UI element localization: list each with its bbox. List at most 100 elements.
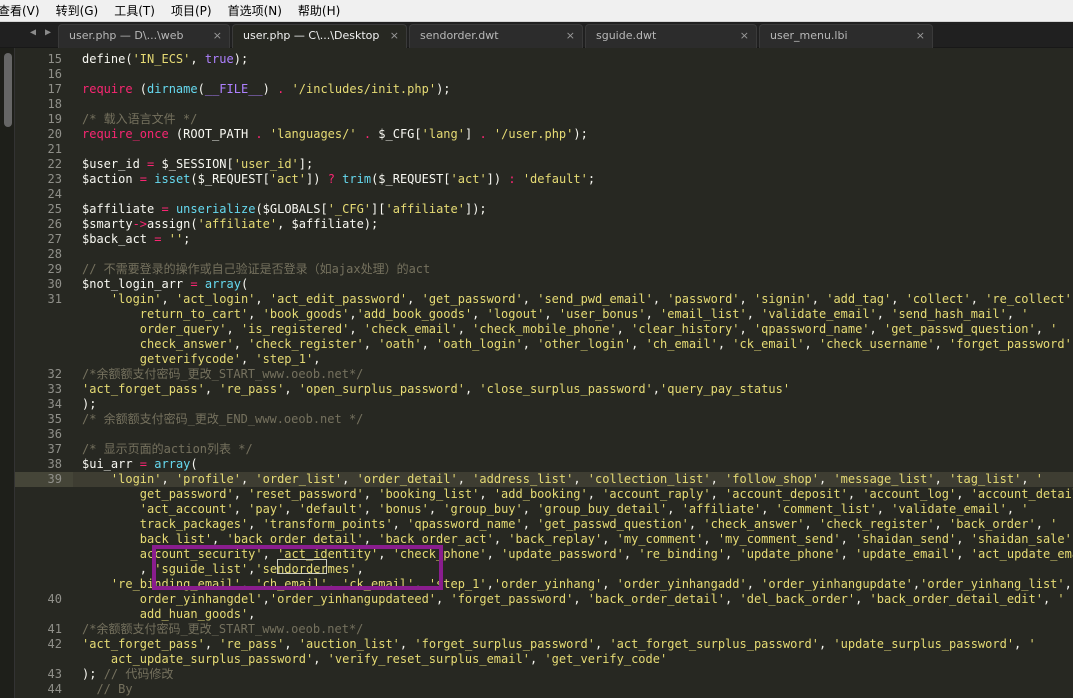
tab-scroll-left-icon[interactable]: ◀ bbox=[30, 27, 36, 38]
menu-item[interactable]: 帮助(H) bbox=[290, 0, 348, 21]
code-token: , bbox=[522, 292, 538, 306]
code-line[interactable]: 24 bbox=[15, 187, 1073, 202]
code-token: /* 载入语言文件 */ bbox=[82, 112, 198, 126]
tab-user-php-web[interactable]: user.php — D\...\web × bbox=[58, 24, 230, 48]
code-line[interactable]: 42 'act_forget_pass', 're_pass', 'auction… bbox=[15, 637, 1073, 652]
code-line[interactable]: act_update_surplus_password', 'verify_re… bbox=[15, 652, 1073, 667]
code-line[interactable]: check_answer', 'check_register', 'oath',… bbox=[15, 337, 1073, 352]
close-icon[interactable]: × bbox=[390, 25, 399, 47]
scrollbar-thumb[interactable] bbox=[4, 53, 12, 127]
code-line[interactable]: 43); // 代码修改 bbox=[15, 667, 1073, 682]
code-token: 'update_phone' bbox=[739, 547, 841, 561]
tab-label: user.php — C\...\Desktop bbox=[243, 29, 380, 42]
code-line[interactable]: add_huan_goods', bbox=[15, 607, 1073, 622]
code-line[interactable]: 'act_account', 'pay', 'default', 'bonus'… bbox=[15, 502, 1073, 517]
code-token: , bbox=[573, 472, 588, 486]
code-line[interactable]: 22 $user_id = $_SESSION['user_id']; bbox=[15, 157, 1073, 172]
code-line[interactable]: back_list', 'back_order_detail', 'back_o… bbox=[15, 532, 1073, 547]
menu-item[interactable]: 项目(P) bbox=[163, 0, 220, 21]
code-token: , bbox=[212, 532, 227, 546]
code-line[interactable]: 27 $back_act = ''; bbox=[15, 232, 1073, 247]
code-line[interactable]: 19 /* 载入语言文件 */ bbox=[15, 112, 1073, 127]
code-token: array bbox=[154, 457, 191, 471]
code-line[interactable]: 21 bbox=[15, 142, 1073, 157]
code-line[interactable]: get_password', 'reset_password', 'bookin… bbox=[15, 487, 1073, 502]
code-line[interactable]: 15 define('IN_ECS', true); bbox=[15, 52, 1073, 67]
code-line[interactable]: 35 /* 余额额支付密码_更改_END_www.oeob.net */ bbox=[15, 412, 1073, 427]
code-line[interactable]: 29 // 不需要登录的操作或自己验证是否登录（如ajax处理）的act bbox=[15, 262, 1073, 277]
code-editor[interactable]: 15 define('IN_ECS', true); 16 17 require (di… bbox=[15, 48, 1073, 698]
code-token: = bbox=[161, 202, 169, 216]
code-line[interactable]: 39 'login', 'profile', 'order_list', 'or… bbox=[15, 472, 1073, 487]
code-line[interactable]: 31 'login', 'act_login', 'act_edit_passw… bbox=[15, 292, 1073, 307]
vertical-scrollbar[interactable] bbox=[0, 48, 15, 698]
code-line[interactable]: 26 $smarty->assign('affiliate', $affiliat… bbox=[15, 217, 1073, 232]
code-line[interactable]: , 'sguide_list','sendordermes', bbox=[15, 562, 1073, 577]
code-token: ; bbox=[587, 172, 596, 186]
code-token: , bbox=[262, 547, 278, 561]
code-token: ' bbox=[1021, 307, 1029, 321]
code-token: 'pay' bbox=[248, 502, 285, 516]
code-token: isset bbox=[154, 172, 191, 186]
close-icon[interactable]: × bbox=[213, 25, 222, 47]
code-line[interactable]: 44 // By bbox=[15, 682, 1073, 697]
code-token: ' bbox=[1050, 517, 1058, 531]
code-token: , bbox=[1042, 592, 1058, 606]
code-token: , bbox=[349, 307, 357, 321]
code-token: 'password' bbox=[667, 292, 740, 306]
code-line[interactable]: getverifycode', 'step_1', bbox=[15, 352, 1073, 367]
code-token: 'booking_list' bbox=[378, 487, 480, 501]
code-token: 'follow_shop' bbox=[725, 472, 819, 486]
menu-item[interactable]: 转到(G) bbox=[48, 0, 107, 21]
code-token: , bbox=[1035, 517, 1051, 531]
code-token: , bbox=[240, 352, 256, 366]
menu-item[interactable]: 首选项(N) bbox=[220, 0, 290, 21]
code-token: ' bbox=[1050, 322, 1058, 336]
code-line[interactable]: 34); bbox=[15, 397, 1073, 412]
code-line[interactable]: track_packages', 'transform_points', 'qp… bbox=[15, 517, 1073, 532]
code-line[interactable]: 30 $not_login_arr = array( bbox=[15, 277, 1073, 292]
code-line[interactable]: 41 /*余额额支付密码_更改_START_www.oeob.net*/ bbox=[15, 622, 1073, 637]
code-token: ( bbox=[168, 127, 184, 141]
code-line[interactable]: 38 $ui_arr = array( bbox=[15, 457, 1073, 472]
code-token: ($_REQUEST[ bbox=[371, 172, 451, 186]
code-line[interactable]: 16 bbox=[15, 67, 1073, 82]
code-line[interactable]: 25 $affiliate = unserialize($GLOBALS['_CF… bbox=[15, 202, 1073, 217]
code-line[interactable]: 33 'act_forget_pass', 're_pass', 'open_su… bbox=[15, 382, 1073, 397]
code-text: // 不需要登录的操作或自己验证是否登录（如ajax处理）的act bbox=[82, 262, 430, 277]
code-line[interactable]: 18 bbox=[15, 97, 1073, 112]
code-line[interactable]: 37 /* 显示页面的action列表 */ bbox=[15, 442, 1073, 457]
code-line[interactable]: return_to_cart', 'book_goods','add_book_… bbox=[15, 307, 1073, 322]
close-icon[interactable]: × bbox=[916, 25, 925, 47]
code-text: track_packages', 'transform_points', 'qp… bbox=[82, 517, 1058, 532]
code-line[interactable]: order_query', 'is_registered', 'check_em… bbox=[15, 322, 1073, 337]
code-token: account_security' bbox=[82, 547, 263, 561]
code-token: 'logout' bbox=[486, 307, 545, 321]
code-line[interactable]: account_security', 'act_identity', 'chec… bbox=[15, 547, 1073, 562]
code-line[interactable]: 're_binding_email', 'ch_email', 'ck_emai… bbox=[15, 577, 1073, 592]
line-number: 15 bbox=[47, 52, 62, 66]
code-text: 'act_forget_pass', 're_pass', 'open_surp… bbox=[82, 382, 790, 397]
close-icon[interactable]: × bbox=[566, 25, 575, 47]
code-token: , bbox=[855, 592, 870, 606]
code-token: , bbox=[602, 532, 617, 546]
code-line[interactable]: 36 bbox=[15, 427, 1073, 442]
code-token: , bbox=[934, 337, 950, 351]
menu-item[interactable]: 查看(V) bbox=[0, 0, 48, 21]
code-line[interactable]: 17 require (dirname(__FILE__) . '/include… bbox=[15, 82, 1073, 97]
code-line[interactable]: 28 bbox=[15, 247, 1073, 262]
code-token: , bbox=[457, 322, 473, 336]
tab-user-php-desktop[interactable]: user.php — C\...\Desktop × bbox=[232, 24, 407, 48]
code-line[interactable]: 40 order_yinhangdel','order_yinhangupdat… bbox=[15, 592, 1073, 607]
code-line[interactable]: 32 /*余额额支付密码_更改_START_www.oeob.net*/ bbox=[15, 367, 1073, 382]
code-line[interactable]: 20 require_once (ROOT_PATH . 'languages/'… bbox=[15, 127, 1073, 142]
tab-sguide-dwt[interactable]: sguide.dwt × bbox=[585, 24, 757, 48]
menu-item[interactable]: 工具(T) bbox=[106, 0, 163, 21]
code-token: , bbox=[233, 337, 249, 351]
tab-sendorder-dwt[interactable]: sendorder.dwt × bbox=[409, 24, 583, 48]
close-icon[interactable]: × bbox=[740, 25, 749, 47]
tab-user-menu-lbi[interactable]: user_menu.lbi × bbox=[759, 24, 933, 48]
tab-scroll-right-icon[interactable]: ▶ bbox=[45, 27, 51, 38]
code-line[interactable]: 23 $action = isset($_REQUEST['act']) ? tr… bbox=[15, 172, 1073, 187]
